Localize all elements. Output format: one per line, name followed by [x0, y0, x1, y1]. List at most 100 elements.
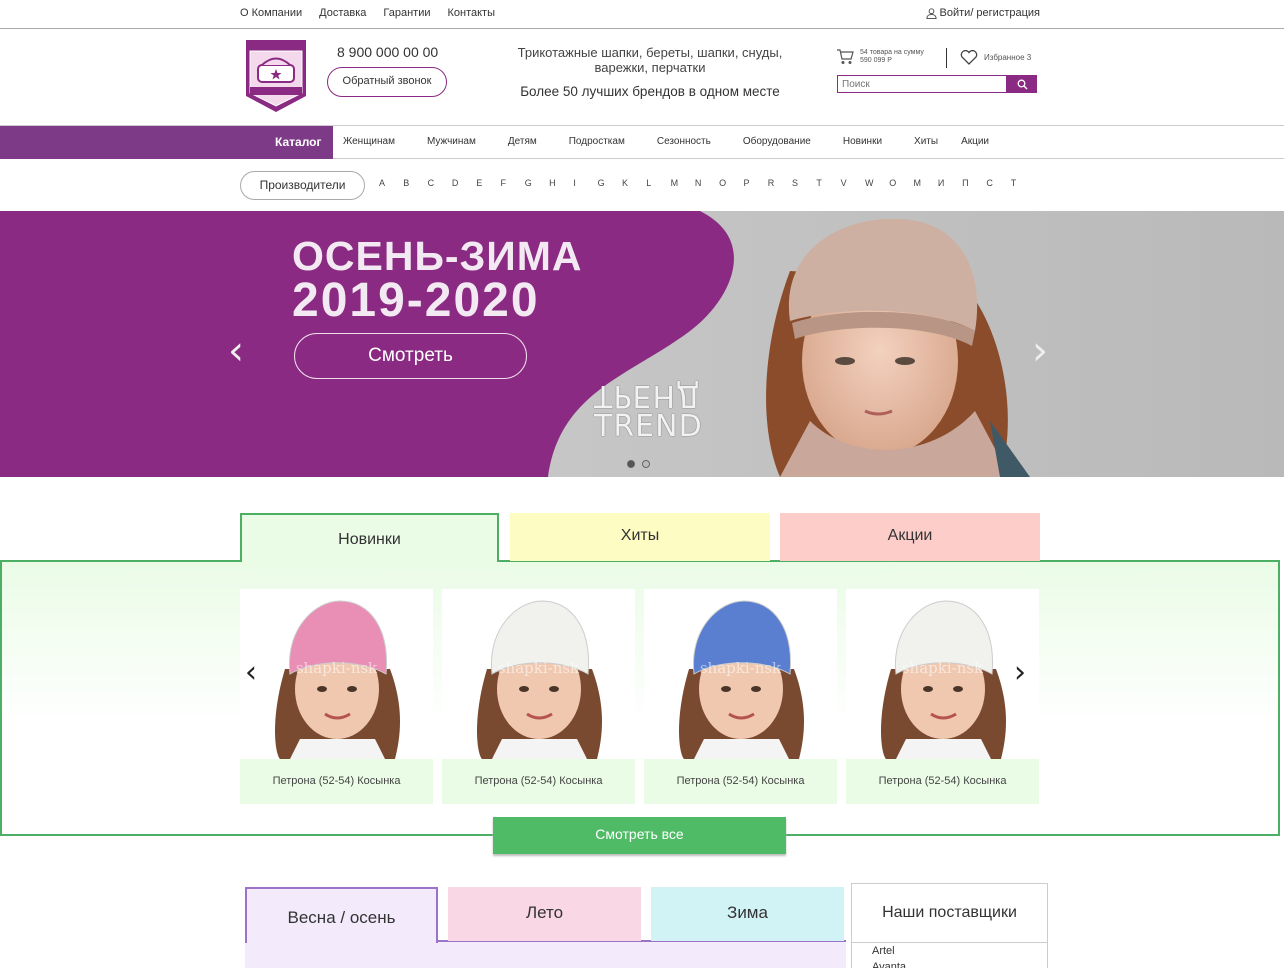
manufacturer-letter[interactable]: K: [622, 178, 646, 188]
manufacturer-letter[interactable]: B: [403, 178, 427, 188]
manufacturer-letter[interactable]: H: [549, 178, 573, 188]
manufacturer-letter[interactable]: W: [865, 178, 889, 188]
supplier-item[interactable]: Artel: [852, 943, 1047, 959]
header-divider: [946, 48, 947, 68]
manufacturer-letter[interactable]: M: [914, 178, 938, 188]
nav-item-new[interactable]: Новинки: [843, 136, 882, 147]
products-prev-arrow[interactable]: ‹: [245, 655, 257, 690]
see-all-button[interactable]: Смотреть все: [493, 817, 786, 854]
tab-hits[interactable]: Хиты: [510, 513, 770, 561]
product-watermark: shapki-nsk: [901, 659, 984, 677]
top-link-about[interactable]: О Компании: [240, 7, 302, 19]
manufacturer-letter[interactable]: G: [598, 178, 622, 188]
main-nav: Каталог Женщинам Мужчинам Детям Подростк…: [0, 125, 1284, 159]
search-bar: [837, 75, 1037, 93]
cart[interactable]: 54 товара на сумму 590 099 Р: [836, 49, 932, 65]
nav-item-equipment[interactable]: Оборудование: [743, 136, 811, 147]
manufacturer-letter[interactable]: C: [428, 178, 452, 188]
product-name[interactable]: Петрона (52-54) Косынка: [644, 759, 837, 804]
manufacturer-letter[interactable]: G: [525, 178, 549, 188]
manufacturer-letter[interactable]: И: [938, 178, 962, 188]
tab-spring-autumn[interactable]: Весна / осень: [245, 887, 438, 943]
search-icon: [1017, 79, 1028, 90]
product-card[interactable]: shapki-nsk Петрона (52-54) Косынка: [846, 589, 1039, 804]
banner-prev-arrow[interactable]: ‹: [228, 328, 244, 374]
tab-summer[interactable]: Лето: [448, 887, 641, 941]
trend-logo: ТРЕНД TREND: [594, 378, 702, 443]
nav-item-hits[interactable]: Хиты: [914, 136, 938, 147]
top-bar: О Компании Доставка Гарантии Контакты Во…: [0, 0, 1284, 29]
products-next-arrow[interactable]: ›: [1014, 655, 1026, 690]
manufacturers-button[interactable]: Производители: [240, 171, 365, 200]
product-card[interactable]: shapki-nsk Петрона (52-54) Косынка: [240, 589, 433, 804]
banner-dot[interactable]: [627, 460, 635, 468]
suppliers-title: Наши поставщики: [852, 884, 1047, 943]
tab-winter[interactable]: Зима: [651, 887, 844, 941]
product-card[interactable]: shapki-nsk Петрона (52-54) Косынка: [442, 589, 635, 804]
banner-dots: [627, 460, 650, 468]
product-watermark: shapki-nsk: [295, 659, 378, 677]
supplier-item[interactable]: Avanta: [852, 959, 1047, 968]
products-panel: [0, 560, 1280, 836]
nav-item-kids[interactable]: Детям: [508, 136, 537, 147]
manufacturer-letter[interactable]: A: [379, 178, 403, 188]
manufacturer-letter[interactable]: P: [743, 178, 767, 188]
manufacturer-letter[interactable]: F: [500, 178, 524, 188]
product-name[interactable]: Петрона (52-54) Косынка: [240, 759, 433, 804]
manufacturer-letter[interactable]: L: [646, 178, 670, 188]
tab-new-connector: [242, 558, 497, 563]
product-watermark: shapki-nsk: [497, 659, 580, 677]
banner-next-arrow[interactable]: ›: [1032, 328, 1048, 374]
nav-item-women[interactable]: Женщинам: [343, 136, 395, 147]
top-link-contacts[interactable]: Контакты: [447, 7, 495, 19]
search-input[interactable]: [837, 75, 1007, 93]
manufacturer-letter[interactable]: N: [695, 178, 719, 188]
tab-sales[interactable]: Акции: [780, 513, 1040, 561]
nav-item-men[interactable]: Мужчинам: [427, 136, 476, 147]
manufacturer-letter[interactable]: R: [768, 178, 792, 188]
top-link-delivery[interactable]: Доставка: [319, 7, 366, 19]
manufacturer-letter[interactable]: E: [476, 178, 500, 188]
hero-banner: ТРЕНД TREND ОСЕНЬ-ЗИМА 2019-2020 Смотрет…: [0, 211, 1284, 477]
manufacturer-letter[interactable]: I: [573, 178, 597, 188]
manufacturer-letter[interactable]: O: [719, 178, 743, 188]
search-button[interactable]: [1007, 75, 1037, 93]
callback-button[interactable]: Обратный звонок: [327, 67, 447, 97]
nav-item-sales[interactable]: Акции: [961, 136, 989, 147]
product-image[interactable]: shapki-nsk: [442, 589, 635, 759]
catalog-label[interactable]: Каталог: [275, 135, 322, 149]
product-watermark: shapki-nsk: [699, 659, 782, 677]
suppliers-box: Наши поставщики Artel Avanta: [851, 883, 1048, 968]
manufacturer-letter[interactable]: O: [889, 178, 913, 188]
banner-dot[interactable]: [642, 460, 650, 468]
site-logo[interactable]: [242, 38, 310, 114]
manufacturer-letter[interactable]: V: [841, 178, 865, 188]
manufacturer-letter[interactable]: S: [792, 178, 816, 188]
tagline: Трикотажные шапки, береты, шапки, снуды,…: [517, 45, 783, 75]
nav-item-season[interactable]: Сезонность: [657, 136, 711, 147]
product-name[interactable]: Петрона (52-54) Косынка: [846, 759, 1039, 804]
product-image[interactable]: shapki-nsk: [240, 589, 433, 759]
banner-subtitle: 2019-2020: [292, 274, 540, 327]
phone-number[interactable]: 8 900 000 00 00: [337, 44, 438, 60]
product-image[interactable]: shapki-nsk: [846, 589, 1039, 759]
cart-summary: 54 товара на сумму 590 099 Р: [860, 49, 924, 64]
login-link[interactable]: Войти/ регистрация: [925, 7, 1040, 19]
manufacturer-letter[interactable]: M: [671, 178, 695, 188]
manufacturer-letter[interactable]: Т: [1011, 178, 1035, 188]
alphabet-filter: ABCDEFGHIGKLMNOPRSTVWOMИПСТ: [379, 178, 1035, 188]
header: 8 900 000 00 00 Обратный звонок Трикотаж…: [0, 29, 1284, 125]
manufacturer-letter[interactable]: D: [452, 178, 476, 188]
top-link-guarantees[interactable]: Гарантии: [383, 7, 430, 19]
tab-new[interactable]: Новинки: [240, 513, 499, 561]
manufacturer-letter[interactable]: С: [986, 178, 1010, 188]
manufacturer-letter[interactable]: T: [816, 178, 840, 188]
nav-item-teens[interactable]: Подросткам: [569, 136, 625, 147]
manufacturer-letter[interactable]: П: [962, 178, 986, 188]
season-tab-connector: [247, 938, 436, 943]
favorites-link[interactable]: Избранное 3: [960, 50, 1031, 65]
banner-watch-button[interactable]: Смотреть: [294, 333, 527, 379]
product-card[interactable]: shapki-nsk Петрона (52-54) Косынка: [644, 589, 837, 804]
product-name[interactable]: Петрона (52-54) Косынка: [442, 759, 635, 804]
product-image[interactable]: shapki-nsk: [644, 589, 837, 759]
